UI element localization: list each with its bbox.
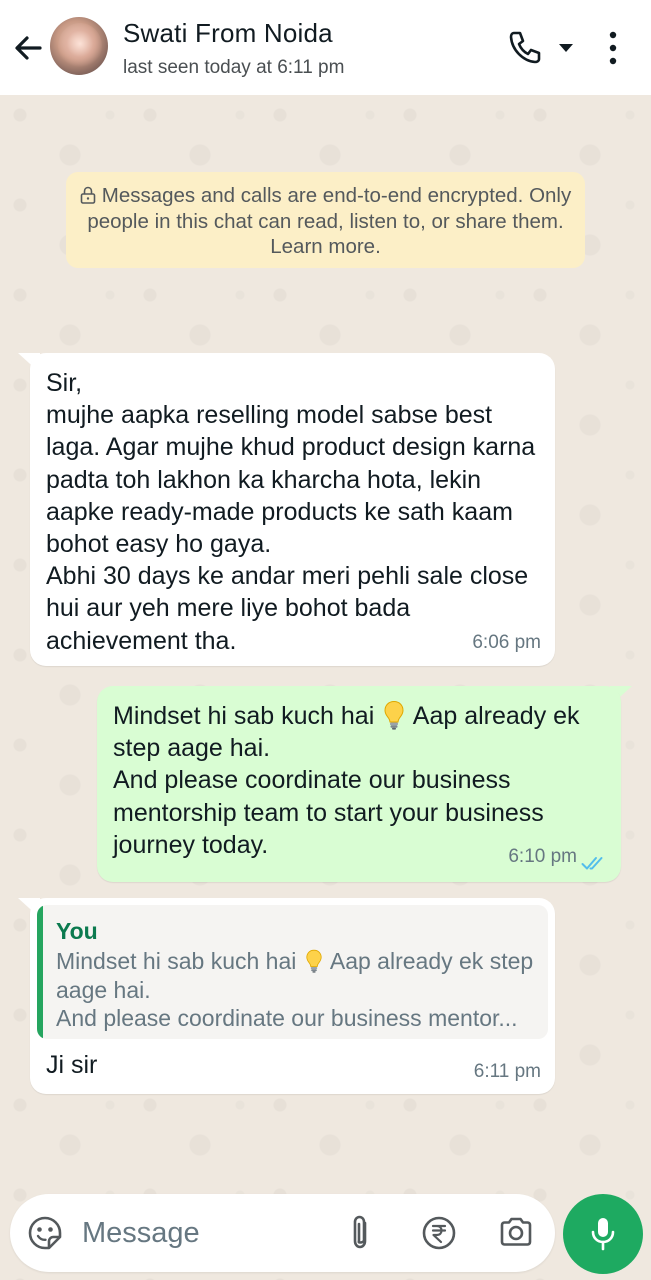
message-text: Mindset hi sab kuch hai Aap already ek s… <box>113 700 607 861</box>
light-bulb-icon <box>306 949 322 973</box>
message-time: 6:10 pm <box>508 845 577 867</box>
encryption-notice-text: Messages and calls are end-to-end encryp… <box>87 184 572 258</box>
microphone-icon <box>591 1218 615 1251</box>
encryption-notice[interactable]: Messages and calls are end-to-end encryp… <box>66 172 585 268</box>
message-text: Ji sir <box>46 1051 98 1079</box>
message-text-part: Mindset hi sab kuch hai <box>113 702 382 730</box>
avatar[interactable] <box>50 17 108 75</box>
double-check-read-icon <box>581 857 603 870</box>
contact-name[interactable]: Swati From Noida <box>123 18 333 49</box>
caret-down-icon[interactable] <box>556 38 576 58</box>
message-composer <box>10 1194 555 1272</box>
quote-text-part: Mindset hi sab kuch hai <box>56 948 303 974</box>
back-arrow-icon[interactable] <box>10 30 46 66</box>
emoji-sticker-icon[interactable] <box>26 1214 64 1252</box>
last-seen-status: last seen today at 6:11 pm <box>123 57 345 78</box>
incoming-message-bubble[interactable]: Sir, mujhe aapka reselling model sabse b… <box>30 353 555 666</box>
phone-call-icon[interactable] <box>506 28 544 66</box>
quote-text: Mindset hi sab kuch hai Aap already ek s… <box>56 947 534 1033</box>
light-bulb-icon <box>384 700 404 730</box>
rupee-payment-icon[interactable] <box>420 1214 458 1252</box>
message-text: Sir, mujhe aapka reselling model sabse b… <box>46 369 536 655</box>
more-options-icon[interactable] <box>600 27 626 69</box>
chat-header: Swati From Noida last seen today at 6:11… <box>0 0 651 95</box>
message-time: 6:11 pm <box>473 1060 541 1082</box>
incoming-reply-bubble[interactable]: You Mindset hi sab kuch hai Aap already … <box>30 898 555 1094</box>
message-input[interactable] <box>82 1212 337 1254</box>
quoted-message[interactable]: You Mindset hi sab kuch hai Aap already … <box>37 905 548 1039</box>
outgoing-message-bubble[interactable]: Mindset hi sab kuch hai Aap already ek s… <box>97 686 621 882</box>
voice-message-button[interactable] <box>563 1194 643 1274</box>
lock-icon <box>80 186 96 204</box>
quote-accent-bar <box>37 905 43 1039</box>
paperclip-icon[interactable] <box>346 1213 374 1253</box>
camera-icon[interactable] <box>498 1215 534 1249</box>
message-time: 6:06 pm <box>472 631 541 653</box>
quote-author: You <box>56 918 98 944</box>
